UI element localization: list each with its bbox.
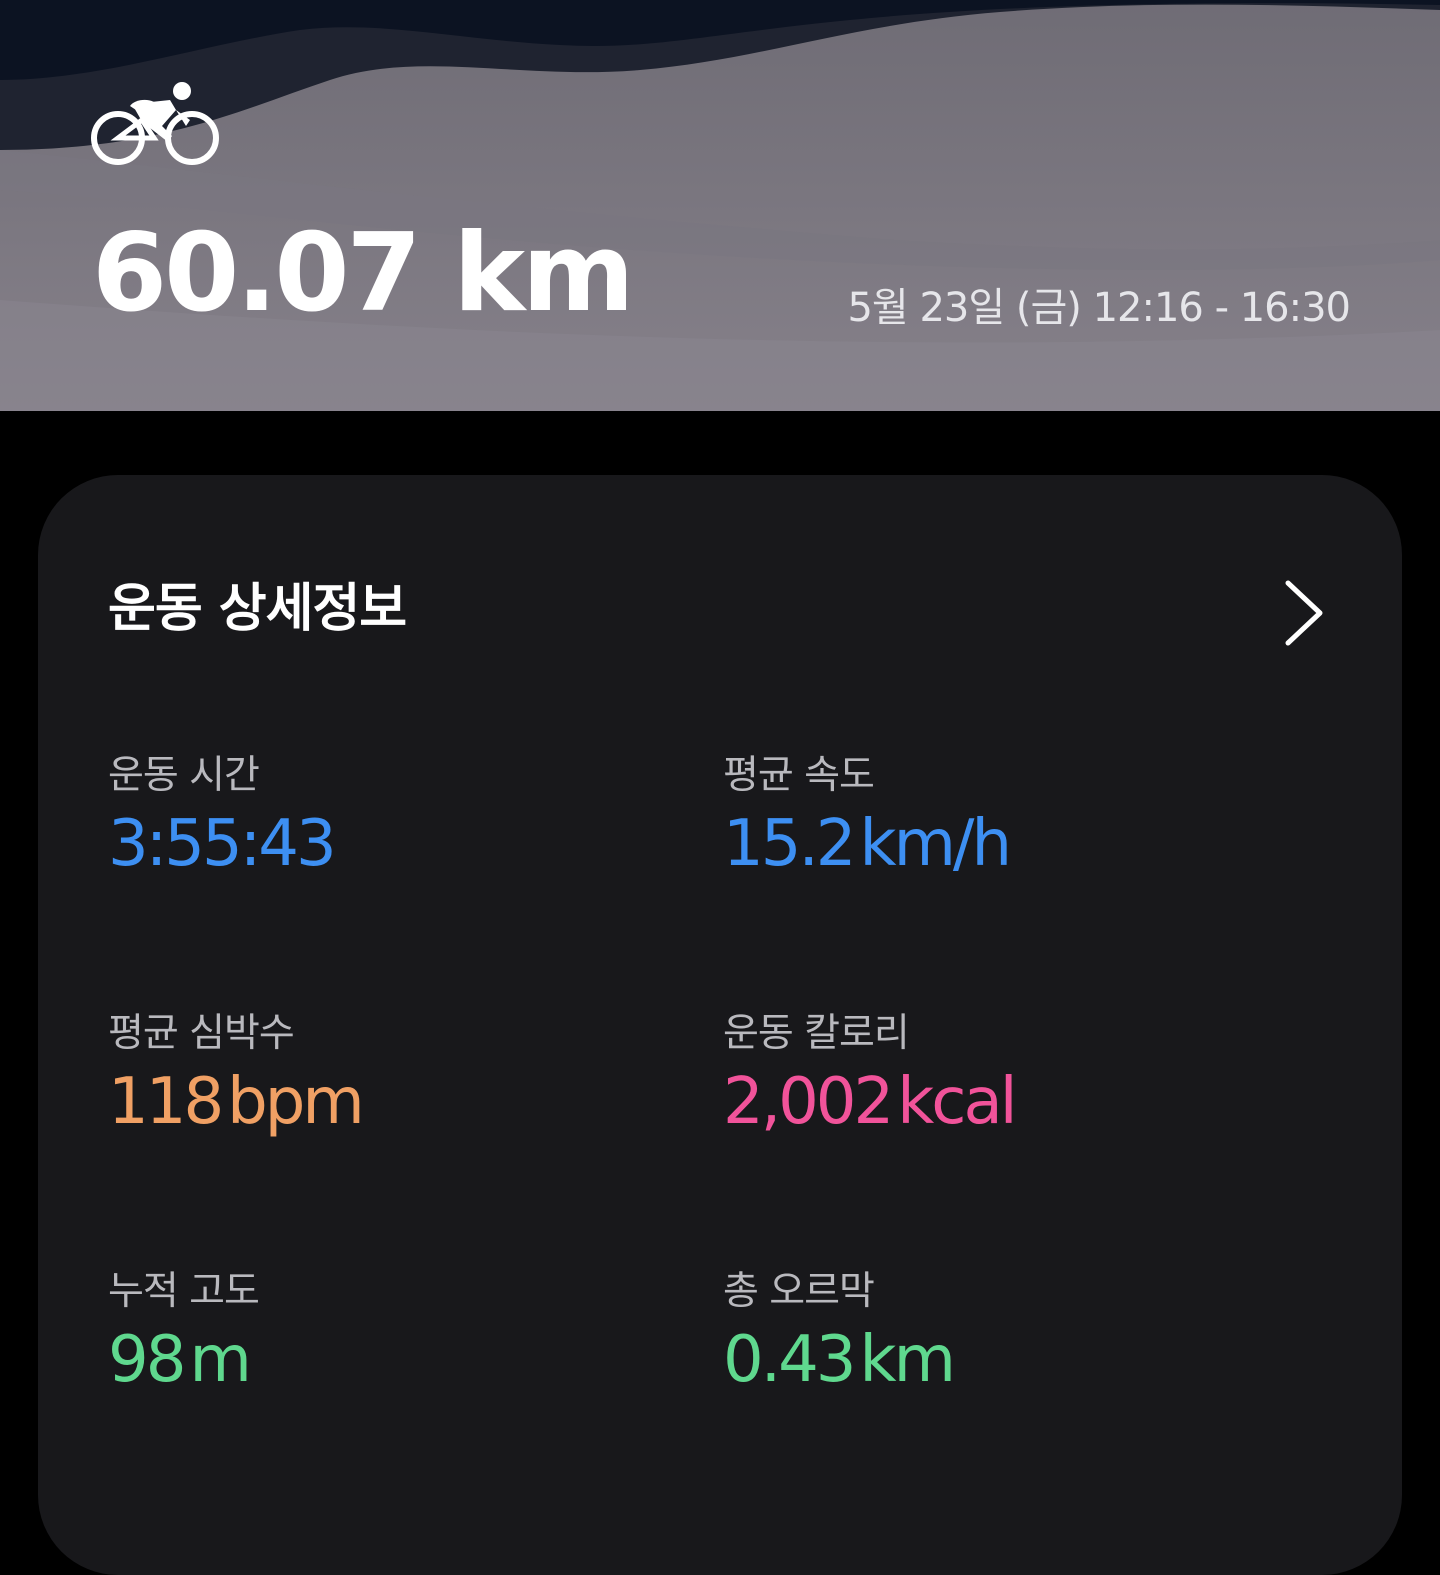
stat-unit: m bbox=[189, 1322, 251, 1397]
chevron-right-icon[interactable] bbox=[1268, 577, 1338, 647]
stat-label: 총 오르막 bbox=[723, 1269, 875, 1314]
stat-value: 98m bbox=[108, 1328, 668, 1392]
stat-label: 평균 심박수 bbox=[108, 1011, 295, 1056]
card-header[interactable]: 운동 상세정보 bbox=[108, 577, 1338, 647]
stat-label: 운동 시간 bbox=[108, 753, 260, 798]
stat-label: 운동 칼로리 bbox=[723, 1011, 910, 1056]
stat-number: 0.43 bbox=[723, 1322, 856, 1397]
stat-value: 15.2km/h bbox=[723, 812, 1283, 876]
stat-average-heart-rate: 평균 심박수 118bpm bbox=[108, 1011, 668, 1134]
stat-number: 98 bbox=[108, 1322, 186, 1397]
stat-unit: kcal bbox=[897, 1064, 1017, 1139]
workout-details-card: 운동 상세정보 운동 시간 3:55:43 평균 속도 15.2km/h 평균 … bbox=[38, 475, 1402, 1575]
stat-average-speed: 평균 속도 15.2km/h bbox=[723, 753, 1283, 876]
card-title: 운동 상세정보 bbox=[108, 579, 407, 639]
stat-cumulative-altitude: 누적 고도 98m bbox=[108, 1269, 668, 1392]
hero-background-image bbox=[0, 0, 1440, 411]
stat-label: 평균 속도 bbox=[723, 753, 875, 798]
workout-datetime: 5월 23일 (금) 12:16 - 16:30 bbox=[847, 285, 1351, 331]
hero-banner: 60.07 km 5월 23일 (금) 12:16 - 16:30 bbox=[0, 0, 1440, 411]
stat-value: 0.43km bbox=[723, 1328, 1283, 1392]
stat-value: 2,002kcal bbox=[723, 1070, 1283, 1134]
stat-number: 3:55:43 bbox=[108, 806, 337, 881]
stat-unit: km/h bbox=[859, 806, 1013, 881]
stat-number: 15.2 bbox=[723, 806, 856, 881]
stat-number: 2,002 bbox=[723, 1064, 894, 1139]
stat-number: 118 bbox=[108, 1064, 224, 1139]
stat-value: 118bpm bbox=[108, 1070, 668, 1134]
cycling-icon bbox=[91, 82, 219, 165]
stat-unit: km bbox=[859, 1322, 956, 1397]
stat-calories: 운동 칼로리 2,002kcal bbox=[723, 1011, 1283, 1134]
distance-value: 60.07 km bbox=[92, 211, 635, 336]
stat-exercise-time: 운동 시간 3:55:43 bbox=[108, 753, 668, 876]
stat-label: 누적 고도 bbox=[108, 1269, 260, 1314]
stat-unit: bpm bbox=[227, 1064, 365, 1139]
stat-value: 3:55:43 bbox=[108, 812, 668, 876]
stat-total-climb: 총 오르막 0.43km bbox=[723, 1269, 1283, 1392]
